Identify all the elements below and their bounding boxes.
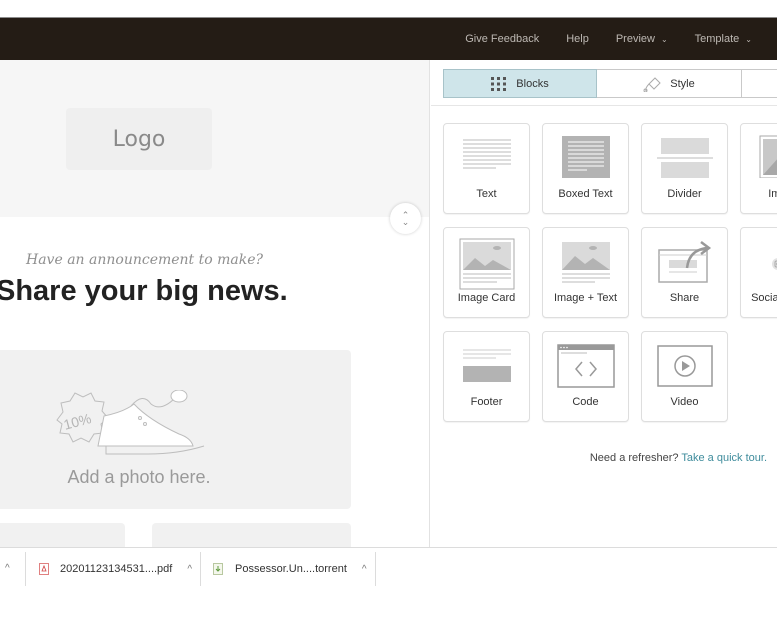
- image-icon: [759, 135, 777, 178]
- tab-blocks[interactable]: Blocks: [443, 69, 597, 98]
- block-video[interactable]: Video: [641, 331, 728, 422]
- block-share[interactable]: Share: [641, 227, 728, 318]
- template-dropdown[interactable]: Template ⌄: [695, 33, 752, 45]
- content-block-left[interactable]: [0, 523, 125, 547]
- image-card-icon: [459, 238, 514, 290]
- block-label: Social Follow: [751, 292, 777, 304]
- download-options-button[interactable]: ^: [187, 564, 192, 575]
- paint-bucket-icon: [643, 76, 661, 92]
- download-options-button[interactable]: ^: [362, 564, 367, 575]
- photo-placeholder[interactable]: 10% Add a photo here.: [0, 350, 351, 509]
- block-text[interactable]: Text: [443, 123, 530, 214]
- give-feedback-label: Give Feedback: [465, 33, 540, 45]
- block-label: Code: [572, 396, 599, 408]
- download-filename: Possessor.Un....torrent: [235, 563, 347, 575]
- preview-dropdown[interactable]: Preview ⌄: [616, 33, 668, 45]
- block-label: Divider: [667, 188, 702, 200]
- block-image[interactable]: Image: [740, 123, 777, 214]
- video-icon: [656, 345, 713, 387]
- shoe-illustration-icon: 10%: [56, 390, 205, 455]
- share-icon: [657, 241, 711, 283]
- block-label: Share: [669, 292, 700, 304]
- chevron-down-icon: ⌄: [660, 34, 668, 44]
- headline[interactable]: Share your big news.: [0, 275, 288, 308]
- tab-blocks-label: Blocks: [516, 77, 549, 90]
- help-link[interactable]: Help: [566, 33, 589, 45]
- block-divider[interactable]: Divider: [641, 123, 728, 214]
- preview-label: Preview: [615, 33, 655, 45]
- image-text-icon: [561, 242, 610, 283]
- download-item-torrent[interactable]: Possessor.Un....torrent ^: [213, 552, 367, 586]
- discount-badge-text: 10%: [62, 410, 93, 433]
- tab-settings[interactable]: [742, 69, 777, 98]
- quick-tour-link[interactable]: Take a quick tour.: [681, 452, 767, 464]
- block-label: Text: [476, 188, 497, 200]
- social-follow-icon: [771, 258, 777, 270]
- grid-icon: [491, 76, 507, 91]
- block-label: Footer: [470, 396, 503, 408]
- text-block-icon: [462, 139, 511, 169]
- downloads-bar: ^ 20201123134531....pdf ^ Possessor.Un..…: [0, 547, 777, 590]
- logo-label: Logo: [112, 126, 166, 152]
- block-image-card[interactable]: Image Card: [443, 227, 530, 318]
- content-block-right[interactable]: [152, 523, 351, 547]
- block-image-text[interactable]: Image + Text: [542, 227, 629, 318]
- code-icon: [556, 344, 615, 388]
- add-photo-text: Add a photo here.: [67, 467, 211, 487]
- tab-style[interactable]: Style: [597, 69, 742, 98]
- template-label: Template: [694, 33, 740, 45]
- header-section[interactable]: Logo: [0, 60, 429, 217]
- top-bar: Give Feedback Help Preview ⌄ Template ⌄: [0, 17, 777, 60]
- email-canvas: Logo ⌃ ⌄ Have an announcement to make? S…: [0, 60, 430, 547]
- block-label: Boxed Text: [558, 188, 613, 200]
- block-footer[interactable]: Footer: [443, 331, 530, 422]
- boxed-text-icon: [561, 136, 610, 178]
- download-item-pdf[interactable]: 20201123134531....pdf ^: [39, 552, 192, 586]
- block-label: Video: [670, 396, 699, 408]
- section-reorder-handle[interactable]: ⌃ ⌄: [390, 203, 421, 234]
- divider-icon: [656, 138, 713, 178]
- blocks-sidebar: Blocks Style Text Boxed Text Divider Ima…: [431, 60, 777, 547]
- chevron-down-icon: ⌄: [745, 34, 752, 44]
- help-label: Help: [566, 33, 589, 45]
- sidebar-tabs: Blocks Style: [443, 69, 777, 98]
- torrent-file-icon: [213, 563, 223, 575]
- block-label: Image: [768, 188, 777, 200]
- block-social-follow[interactable]: Social Follow: [740, 227, 777, 318]
- download-caret-button[interactable]: ^: [5, 563, 10, 574]
- tab-style-label: Style: [670, 77, 695, 90]
- download-separator: [375, 552, 376, 586]
- top-nav: Give Feedback Help Preview ⌄ Template ⌄: [465, 18, 777, 60]
- block-boxed-text[interactable]: Boxed Text: [542, 123, 629, 214]
- pdf-file-icon: [39, 563, 49, 575]
- download-filename: 20201123134531....pdf: [60, 563, 173, 575]
- block-label: Image + Text: [553, 292, 618, 304]
- give-feedback-link[interactable]: Give Feedback: [465, 33, 539, 45]
- download-separator: [200, 552, 201, 586]
- block-label: Image Card: [457, 292, 516, 304]
- refresher-text: Need a refresher? Take a quick tour.: [590, 452, 767, 464]
- chevron-down-icon: ⌄: [401, 216, 410, 227]
- announcement-subtitle[interactable]: Have an announcement to make?: [26, 252, 263, 268]
- logo-placeholder[interactable]: Logo: [66, 108, 212, 170]
- download-separator: [25, 552, 26, 586]
- block-code[interactable]: Code: [542, 331, 629, 422]
- footer-icon: [462, 349, 511, 382]
- refresher-label: Need a refresher?: [589, 452, 679, 464]
- tabs-divider: [431, 105, 777, 106]
